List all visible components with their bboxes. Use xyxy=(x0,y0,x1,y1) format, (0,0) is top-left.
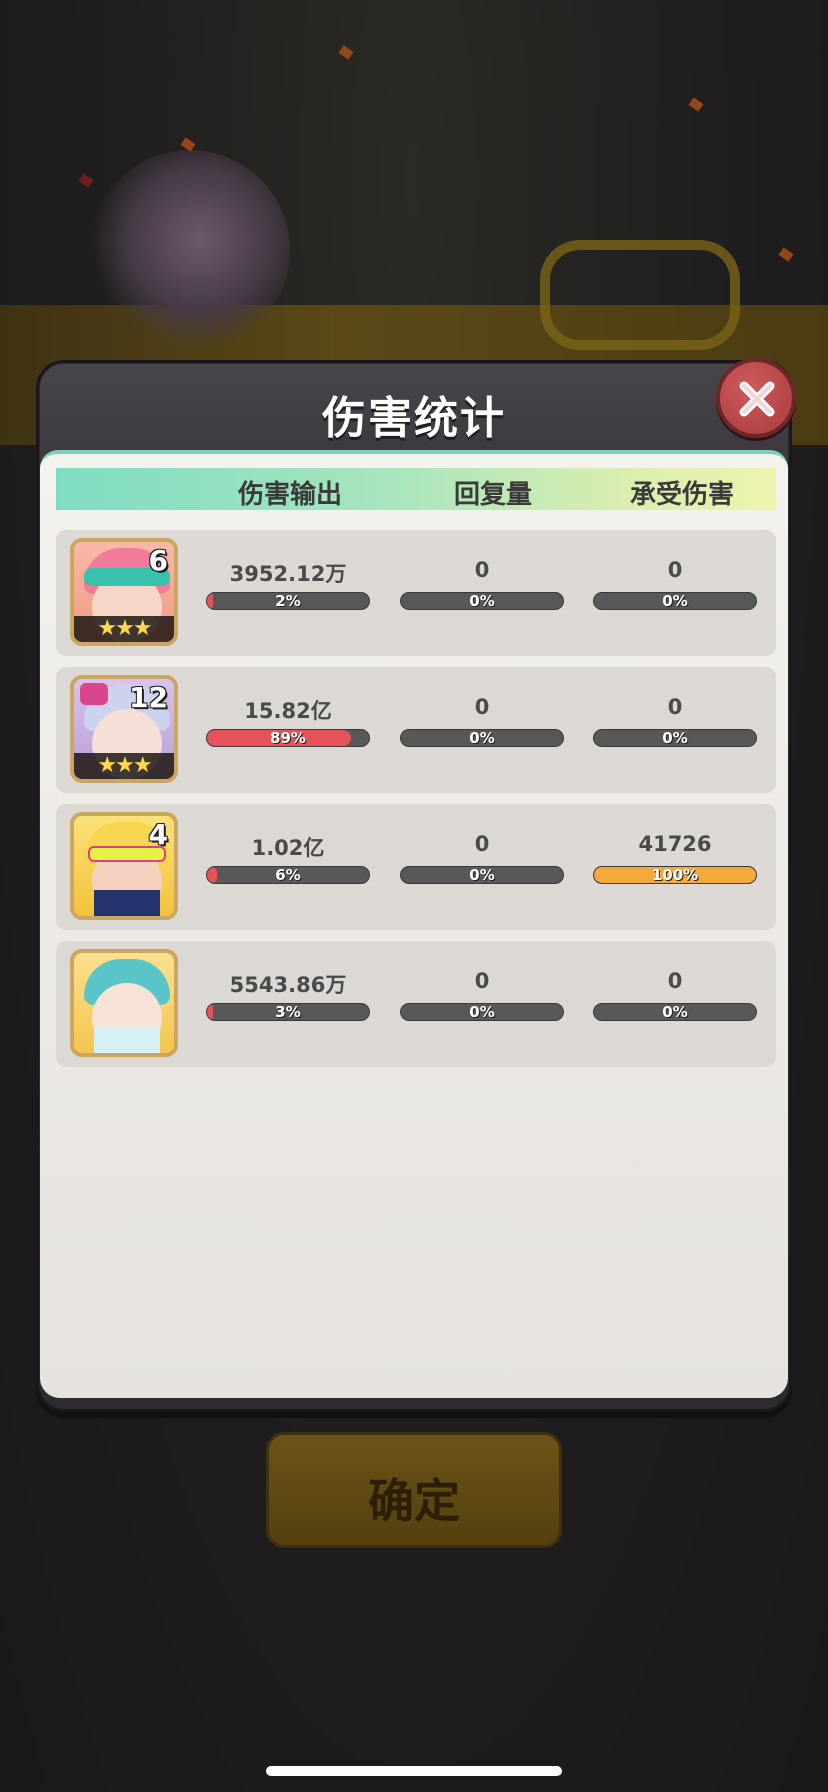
damage-bar: 3% xyxy=(206,1003,370,1021)
damage-taken-stat: 0 0% xyxy=(593,969,757,1021)
hero-level: 6 xyxy=(148,544,168,577)
heal-value: 0 xyxy=(474,558,490,582)
column-healing: 回复量 xyxy=(454,480,533,510)
home-indicator xyxy=(266,1766,562,1776)
dialog-body: 伤害输出 回复量 承受伤害 6 ★★★ 3952.12万 2% 0 0% 0 0… xyxy=(40,450,788,1398)
taken-bar: 0% xyxy=(593,729,757,747)
heal-bar: 0% xyxy=(400,1003,564,1021)
heal-bar: 0% xyxy=(400,729,564,747)
damage-taken-stat: 0 0% xyxy=(593,558,757,610)
taken-value: 41726 xyxy=(638,832,712,856)
confetti-piece xyxy=(338,45,354,60)
taken-bar: 0% xyxy=(593,1003,757,1021)
hero-stat-row: 6 ★★★ 3952.12万 2% 0 0% 0 0% xyxy=(56,530,776,656)
bow-icon xyxy=(80,683,108,705)
heal-value: 0 xyxy=(474,969,490,993)
damage-pct: 2% xyxy=(275,592,301,610)
column-damage-output: 伤害输出 xyxy=(238,480,343,510)
hero-stat-row: 4 1.02亿 6% 0 0% 41726 100% xyxy=(56,804,776,930)
heal-pct: 0% xyxy=(469,1003,495,1021)
heal-pct: 0% xyxy=(469,866,495,884)
damage-bar: 2% xyxy=(206,592,370,610)
damage-value: 5543.86万 xyxy=(229,973,347,997)
hero-stat-row: 5543.86万 3% 0 0% 0 0% xyxy=(56,941,776,1067)
blonde-visor-hero-icon[interactable]: 4 xyxy=(70,812,178,920)
damage-output-stat: 5543.86万 3% xyxy=(206,969,370,1021)
heal-bar: 0% xyxy=(400,866,564,884)
damage-output-stat: 1.02亿 6% xyxy=(206,832,370,884)
healing-stat: 0 0% xyxy=(400,695,564,747)
hero-stars: ★★★ xyxy=(74,616,174,642)
heal-value: 0 xyxy=(474,695,490,719)
taken-pct: 0% xyxy=(662,1003,688,1021)
healing-stat: 0 0% xyxy=(400,969,564,1021)
dialog-title: 伤害统计 xyxy=(322,393,506,444)
hero-outfit xyxy=(94,1027,160,1053)
taken-pct: 100% xyxy=(651,866,699,884)
taken-value: 0 xyxy=(667,695,683,719)
damage-pct: 3% xyxy=(275,1003,301,1021)
damage-taken-stat: 0 0% xyxy=(593,695,757,747)
close-button[interactable] xyxy=(716,358,796,438)
hero-portrait-background xyxy=(90,150,290,350)
damage-output-stat: 3952.12万 2% xyxy=(206,558,370,610)
confetti-piece xyxy=(688,97,704,112)
hero-level: 12 xyxy=(129,681,168,714)
damage-value: 1.02亿 xyxy=(251,836,325,860)
taken-value: 0 xyxy=(667,558,683,582)
taken-value: 0 xyxy=(667,969,683,993)
damage-bar: 89% xyxy=(206,729,370,747)
heal-value: 0 xyxy=(474,832,490,856)
taken-pct: 0% xyxy=(662,592,688,610)
damage-stats-dialog: 伤害统计 伤害输出 回复量 承受伤害 6 ★★★ 3952.12万 2% 0 0… xyxy=(36,358,796,1412)
confirm-button-label: 确定 xyxy=(368,1474,460,1528)
taken-bar: 100% xyxy=(593,866,757,884)
taken-pct: 0% xyxy=(662,729,688,747)
damage-output-stat: 15.82亿 89% xyxy=(206,695,370,747)
hero-stars: ★★★ xyxy=(74,753,174,779)
pink-hair-goggles-hero-icon[interactable]: 6 ★★★ xyxy=(70,538,178,646)
healing-stat: 0 0% xyxy=(400,832,564,884)
close-icon xyxy=(739,381,775,417)
heal-bar: 0% xyxy=(400,592,564,610)
damage-bar: 6% xyxy=(206,866,370,884)
damage-value: 3952.12万 xyxy=(229,562,347,586)
confirm-button[interactable]: 确定 xyxy=(266,1432,562,1548)
taken-bar: 0% xyxy=(593,592,757,610)
confetti-piece xyxy=(78,173,94,188)
column-damage-taken: 承受伤害 xyxy=(630,480,735,510)
damage-pct: 6% xyxy=(275,866,301,884)
damage-value: 15.82亿 xyxy=(244,699,332,723)
hero-stat-row: 12 ★★★ 15.82亿 89% 0 0% 0 0% xyxy=(56,667,776,793)
heal-pct: 0% xyxy=(469,729,495,747)
silver-hair-bow-hero-icon[interactable]: 12 ★★★ xyxy=(70,675,178,783)
dialog-header: 伤害统计 xyxy=(40,364,788,460)
teal-hair-hero-icon[interactable] xyxy=(70,949,178,1057)
heal-pct: 0% xyxy=(469,592,495,610)
hero-level: 4 xyxy=(148,818,168,851)
healing-stat: 0 0% xyxy=(400,558,564,610)
confetti-piece xyxy=(778,247,794,262)
damage-pct: 89% xyxy=(270,729,306,747)
star-decoration xyxy=(540,240,740,350)
column-header: 伤害输出 回复量 承受伤害 xyxy=(56,468,776,510)
hero-outfit xyxy=(94,890,160,916)
damage-taken-stat: 41726 100% xyxy=(593,832,757,884)
